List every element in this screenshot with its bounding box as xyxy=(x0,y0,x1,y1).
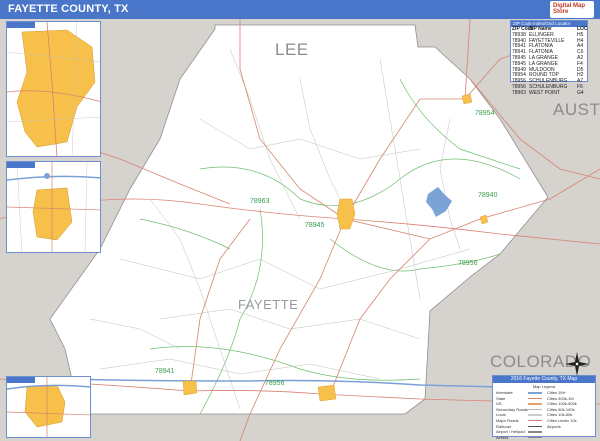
legend-item-label: Airports xyxy=(547,423,561,429)
legend-line-swatch xyxy=(528,392,542,394)
city-flatonia xyxy=(182,380,198,396)
inset-map-la-grange[interactable] xyxy=(6,21,101,157)
legend-item-label: Airport / Helipad xyxy=(496,429,525,435)
legend-line-swatch xyxy=(528,431,542,433)
legend-line-swatch xyxy=(528,414,542,416)
zip-table-row: 78963 WEST POINT G4 xyxy=(511,89,587,97)
zip-loc-cell: G4 xyxy=(577,89,584,96)
legend-line-swatch xyxy=(528,403,542,405)
inset-map-flatonia[interactable] xyxy=(6,376,91,438)
region-label-austin: AUSTIN xyxy=(553,100,600,119)
legend-item-label: Secondary Roads xyxy=(496,406,528,412)
inset-flatonia-canvas xyxy=(7,377,90,437)
legend-item-label: Local xyxy=(496,412,506,418)
county-label: FAYETTE xyxy=(238,297,299,312)
city-schulenburg xyxy=(317,384,337,402)
legend-item-label: Cities 50k-100k xyxy=(547,406,575,412)
zip-label: 78940 xyxy=(478,192,498,199)
legend-item-label: State xyxy=(496,395,506,401)
zip-label: 78963 xyxy=(250,198,270,205)
legend-item-label: Airfield xyxy=(496,434,509,440)
legend-item: Airfield xyxy=(496,435,544,441)
zip-label: 78945 xyxy=(305,222,325,229)
legend-right-column: Cities 1M+ Cities 500k-1M Cities 100k-500k… xyxy=(547,390,595,429)
inset-schulenburg-canvas xyxy=(7,162,100,252)
legend-item-label: Major Roads xyxy=(496,417,519,423)
legend-item-label: Cities 500k-1M xyxy=(547,395,574,401)
zip-label: 78954 xyxy=(475,110,495,117)
zip-label: 78956 xyxy=(265,380,285,387)
map-legend: 2016 Fayette County, TX Map Map Legend I… xyxy=(492,375,596,440)
legend-item-label: Cities 100k-500k xyxy=(547,401,577,407)
legend-item: Airports xyxy=(547,424,595,430)
legend-item-label: Cities 10k-50k xyxy=(547,412,573,418)
legend-line-swatch xyxy=(528,397,542,400)
legend-title: 2016 Fayette County, TX Map xyxy=(493,376,595,383)
zip-name-cell: WEST POINT xyxy=(529,89,561,96)
legend-item-label: Cities Under 10k xyxy=(547,417,577,423)
logo-text: Digital Map Store xyxy=(553,3,586,15)
inset-map-schulenburg[interactable] xyxy=(6,161,101,253)
brand-logo[interactable]: Digital Map Store xyxy=(550,1,594,18)
legend-left-column: Interstate State US Secondary Roads Local Maj… xyxy=(496,390,544,440)
legend-line-swatch xyxy=(528,419,542,422)
legend-item-label: Railroad xyxy=(496,423,511,429)
legend-item-label: US xyxy=(496,401,502,407)
compass-rose-icon xyxy=(565,352,589,376)
zip-label: 78941 xyxy=(155,368,175,375)
inset-la-grange-canvas xyxy=(7,22,100,156)
region-label-lee: LEE xyxy=(275,40,309,59)
zip-table-body: 78938 ELLINGER H5 78940 FAYETTEVILLE H4 78941 F… xyxy=(511,32,587,97)
zip-index-table: ZIP Code Index/Grid Locator ZIP Code ZIP… xyxy=(510,20,588,96)
legend-subtitle: Map Legend xyxy=(532,384,556,389)
legend-item-label: Cities 1M+ xyxy=(547,390,567,395)
title-bar: FAYETTE COUNTY, TX Digital Map Store xyxy=(0,0,600,19)
map-title: FAYETTE COUNTY, TX xyxy=(8,3,129,15)
legend-item-label: Interstate xyxy=(496,390,513,395)
zip-label: 78956 xyxy=(458,260,478,267)
zip-code-cell: 78963 xyxy=(512,89,526,96)
city-round-top xyxy=(461,93,473,105)
legend-line-swatch xyxy=(528,425,542,428)
legend-line-swatch xyxy=(528,408,542,411)
map-page: FAYETTE COUNTY, TX Digital Map Store LEE… xyxy=(0,0,600,441)
legend-line-swatch xyxy=(528,436,542,439)
